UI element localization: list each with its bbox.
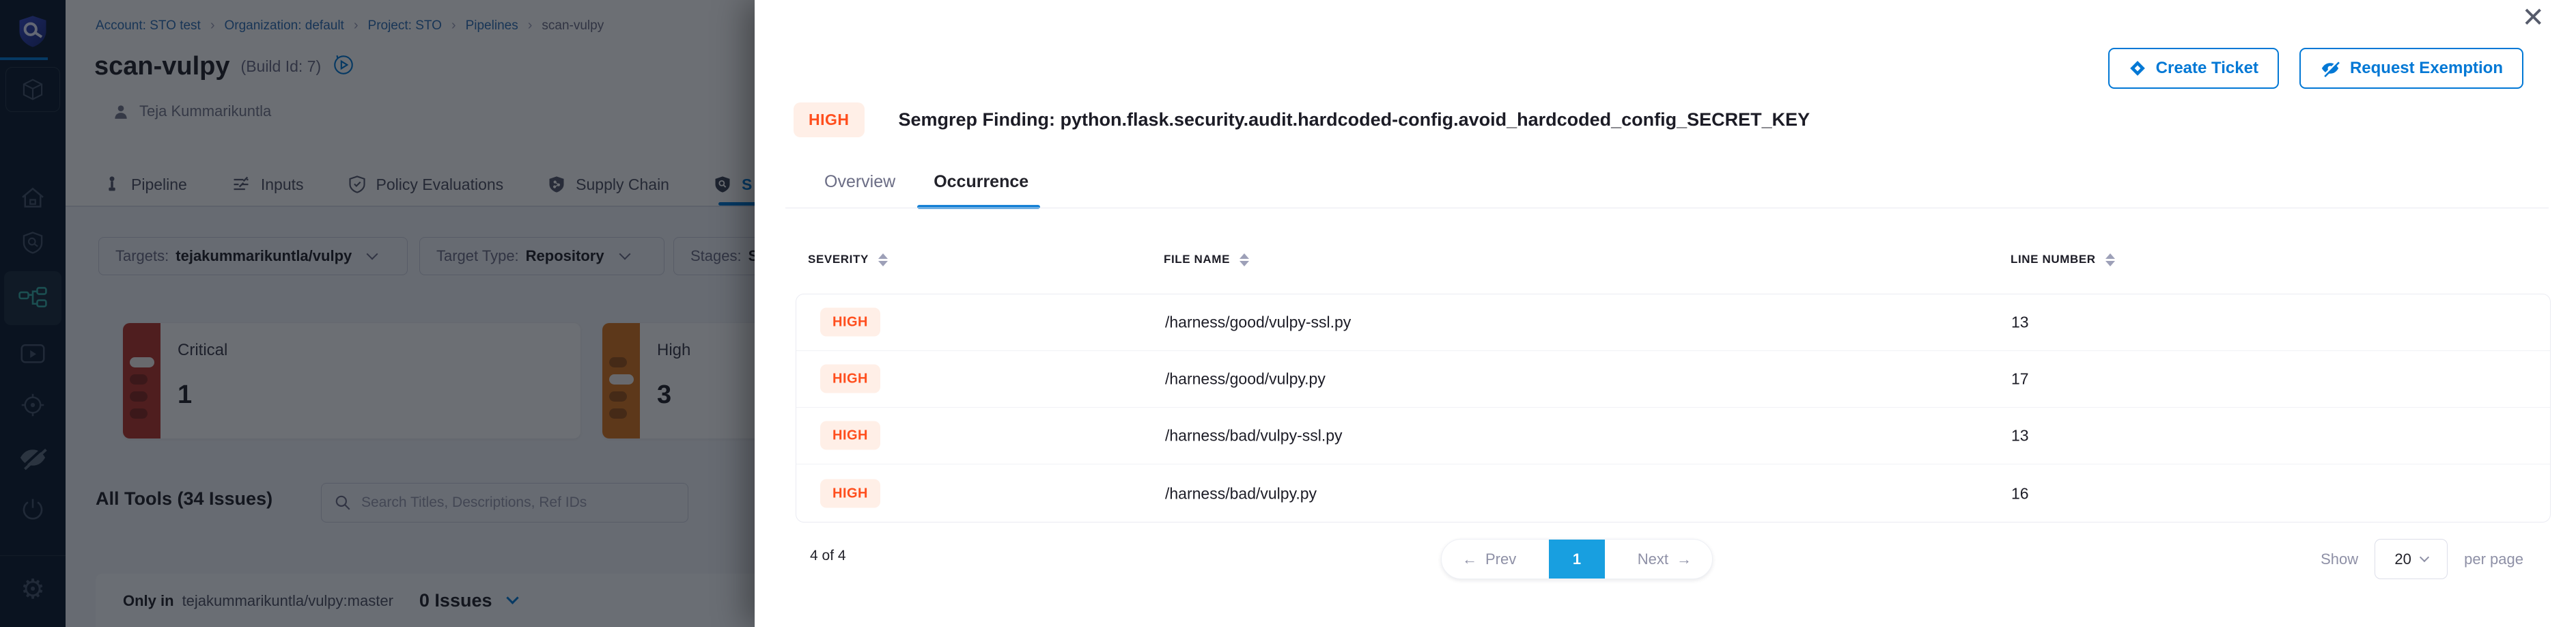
file-name-column-header[interactable]: FILE NAME: [1164, 253, 1249, 266]
line-header-label: LINE NUMBER: [2011, 253, 2096, 266]
per-page-control: Show 20 per page: [2321, 539, 2523, 579]
line-number-cell: 13: [2011, 427, 2029, 445]
per-page-value: 20: [2394, 551, 2411, 568]
result-count: 4 of 4: [810, 548, 846, 564]
occurrence-table-header: SEVERITY FILE NAME LINE NUMBER: [755, 253, 2576, 277]
finding-header: HIGH Semgrep Finding: python.flask.secur…: [794, 102, 1810, 137]
request-exemption-button[interactable]: Request Exemption: [2299, 48, 2523, 89]
occurrence-table: HIGH /harness/good/vulpy-ssl.py 13 HIGH …: [796, 294, 2551, 522]
sort-icon[interactable]: [1240, 253, 1249, 266]
line-number-cell: 13: [2011, 314, 2029, 332]
line-number-column-header[interactable]: LINE NUMBER: [2011, 253, 2115, 266]
finding-tabs: Overview Occurrence: [824, 172, 1028, 208]
sort-icon[interactable]: [2105, 253, 2115, 266]
finding-title: Semgrep Finding: python.flask.security.a…: [899, 109, 1810, 130]
arrow-left-icon: ←: [1462, 551, 1477, 568]
next-page-button[interactable]: Next →: [1617, 551, 1712, 568]
severity-column-header[interactable]: SEVERITY: [808, 253, 888, 266]
file-name-cell: /harness/bad/vulpy.py: [1165, 484, 1317, 503]
page-1-button[interactable]: 1: [1549, 539, 1605, 579]
line-number-cell: 17: [2011, 370, 2029, 389]
per-page-label: per page: [2464, 551, 2523, 568]
tab-overview[interactable]: Overview: [824, 172, 895, 208]
create-ticket-button[interactable]: Create Ticket: [2108, 48, 2279, 89]
prev-page-button[interactable]: ← Prev: [1442, 551, 1537, 568]
file-header-label: FILE NAME: [1164, 253, 1230, 266]
prev-label: Prev: [1485, 551, 1516, 568]
close-icon[interactable]: ✕: [2521, 4, 2545, 31]
severity-badge: HIGH: [820, 365, 880, 393]
eye-slash-icon: [2320, 59, 2340, 77]
file-name-cell: /harness/bad/vulpy-ssl.py: [1165, 427, 1343, 445]
panel-actions: Create Ticket Request Exemption: [2108, 48, 2523, 89]
active-finding-tab-underline: [917, 205, 1040, 209]
arrow-right-icon: →: [1677, 551, 1692, 568]
table-row[interactable]: HIGH /harness/good/vulpy.py 17: [796, 351, 2550, 408]
show-label: Show: [2321, 551, 2358, 568]
ticket-diamond-icon: [2129, 59, 2146, 77]
severity-badge: HIGH: [820, 479, 880, 507]
file-name-cell: /harness/good/vulpy-ssl.py: [1165, 314, 1351, 332]
per-page-select[interactable]: 20: [2375, 539, 2448, 579]
finding-detail-panel: ✕ Create Ticket Request Exemption HIGH S…: [755, 0, 2576, 627]
sort-icon[interactable]: [878, 253, 888, 266]
chevron-down-icon: [2420, 553, 2429, 562]
request-exemption-label: Request Exemption: [2350, 59, 2503, 78]
severity-badge: HIGH: [820, 308, 880, 337]
severity-badge: HIGH: [794, 102, 865, 137]
table-row[interactable]: HIGH /harness/bad/vulpy.py 16: [796, 464, 2550, 522]
table-row[interactable]: HIGH /harness/good/vulpy-ssl.py 13: [796, 294, 2550, 351]
next-label: Next: [1638, 551, 1668, 568]
pagination: ← Prev 1 Next →: [1441, 539, 1713, 579]
tab-occurrence[interactable]: Occurrence: [934, 172, 1028, 208]
severity-badge: HIGH: [820, 421, 880, 450]
severity-header-label: SEVERITY: [808, 253, 869, 266]
table-row[interactable]: HIGH /harness/bad/vulpy-ssl.py 13: [796, 408, 2550, 464]
file-name-cell: /harness/good/vulpy.py: [1165, 370, 1326, 389]
screen: ⚙ Account: STO test › Organization: defa…: [0, 0, 2576, 627]
line-number-cell: 16: [2011, 484, 2029, 503]
create-ticket-label: Create Ticket: [2156, 59, 2258, 78]
